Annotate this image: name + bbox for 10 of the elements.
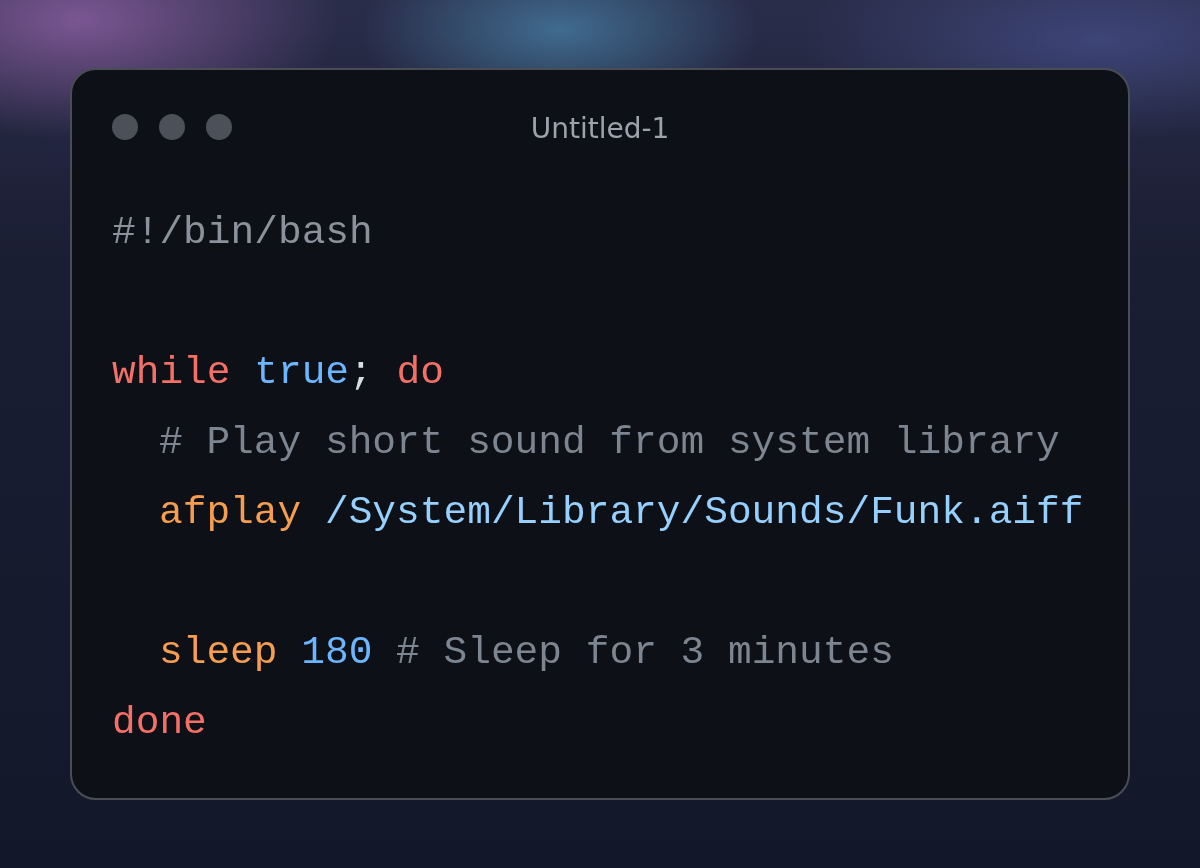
code-line: sleep 180 # Sleep for 3 minutes — [159, 629, 894, 677]
code-line: #!/bin/bash — [112, 209, 373, 257]
window-control-icon[interactable] — [159, 114, 185, 140]
code-line: afplay /System/Library/Sounds/Funk.aiff — [159, 489, 1084, 537]
code-line: done — [112, 699, 207, 747]
code-line: while true; do — [112, 349, 444, 397]
window-title: Untitled-1 — [530, 111, 670, 145]
window-control-icon[interactable] — [112, 114, 138, 140]
window-control-icon[interactable] — [206, 114, 232, 140]
code-line: # Play short sound from system library — [159, 419, 1060, 467]
